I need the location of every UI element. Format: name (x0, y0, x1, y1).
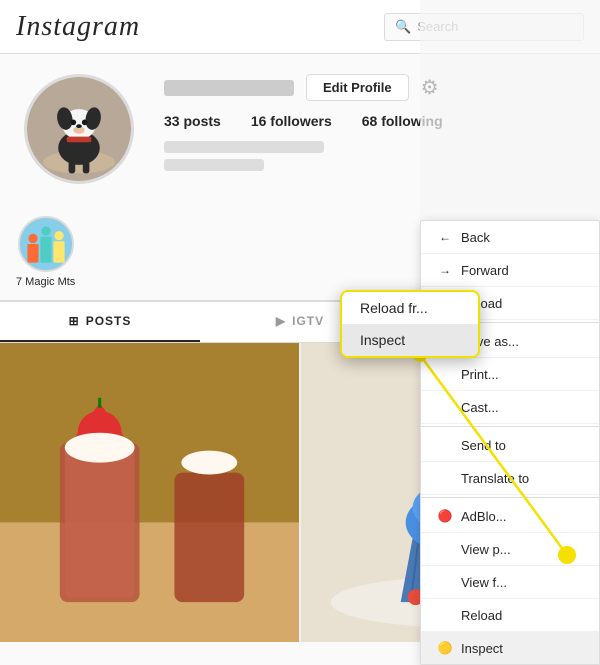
story-item[interactable]: 7 Magic Mts (16, 216, 75, 288)
popup-inspect[interactable]: Inspect (342, 324, 478, 356)
context-send[interactable]: Send to (421, 429, 599, 462)
followers-stat: 16 followers (251, 113, 332, 129)
back-icon: ← (437, 229, 453, 245)
photo-cell-1[interactable] (0, 343, 299, 642)
context-print[interactable]: Print... (421, 358, 599, 391)
reload2-icon (437, 607, 453, 623)
bio-placeholder (164, 141, 324, 153)
edit-profile-button[interactable]: Edit Profile (306, 74, 409, 101)
instagram-logo: Instagram (16, 11, 140, 43)
context-cast[interactable]: Cast... (421, 391, 599, 424)
context-reload2[interactable]: Reload (421, 599, 599, 632)
avatar (24, 74, 134, 184)
search-icon: 🔍 (395, 19, 411, 35)
story-circle (18, 216, 74, 272)
context-adblock[interactable]: 🔴 AdBlo... (421, 500, 599, 533)
inspect-popup: Reload fr... Inspect (340, 290, 480, 358)
forward-icon: → (437, 262, 453, 278)
viewp-icon (437, 541, 453, 557)
bio-placeholder-2 (164, 159, 264, 171)
context-back[interactable]: ← Back (421, 221, 599, 254)
story-label: 7 Magic Mts (16, 276, 75, 288)
separator-3 (421, 497, 599, 498)
context-forward[interactable]: → Forward (421, 254, 599, 287)
posts-stat: 33 posts (164, 113, 221, 129)
context-viewp[interactable]: View p... (421, 533, 599, 566)
avatar-image (27, 77, 131, 181)
send-icon (437, 437, 453, 453)
grid-icon: ⊞ (69, 314, 80, 328)
popup-reload-fr[interactable]: Reload fr... (342, 292, 478, 324)
context-menu[interactable]: ← Back → Forward ↻ Reload Save as... Pri… (420, 220, 600, 665)
username-placeholder (164, 80, 294, 96)
translate-icon (437, 470, 453, 486)
context-translate[interactable]: Translate to (421, 462, 599, 495)
tab-posts[interactable]: ⊞ POSTS (0, 302, 200, 342)
separator-2 (421, 426, 599, 427)
print-icon (437, 366, 453, 382)
igtv-icon: ▶ (276, 314, 286, 328)
adblock-icon: 🔴 (437, 508, 453, 524)
cast-icon (437, 399, 453, 415)
context-viewf[interactable]: View f... (421, 566, 599, 599)
viewf-icon (437, 574, 453, 590)
context-inspect[interactable]: 🟡 Inspect (421, 632, 599, 664)
inspect-ctx-icon: 🟡 (437, 640, 453, 656)
